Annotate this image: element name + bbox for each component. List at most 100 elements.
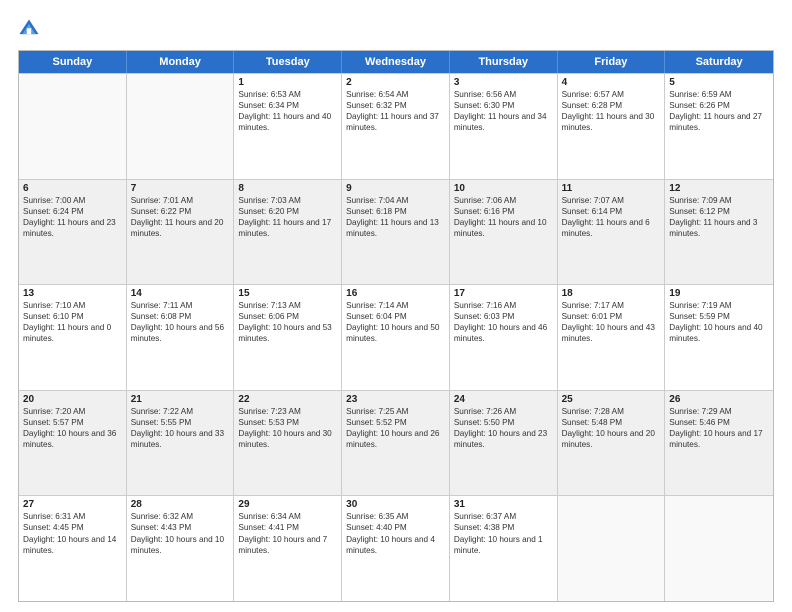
day-number: 4: [562, 77, 661, 88]
cell-info: Sunrise: 7:16 AM Sunset: 6:03 PM Dayligh…: [454, 300, 553, 344]
cell-info: Sunrise: 7:28 AM Sunset: 5:48 PM Dayligh…: [562, 406, 661, 450]
weekday-header-sunday: Sunday: [19, 51, 127, 73]
calendar-cell-day-14: 14Sunrise: 7:11 AM Sunset: 6:08 PM Dayli…: [127, 285, 235, 390]
calendar-cell-day-12: 12Sunrise: 7:09 AM Sunset: 6:12 PM Dayli…: [665, 180, 773, 285]
weekday-header-monday: Monday: [127, 51, 235, 73]
day-number: 12: [669, 183, 769, 194]
calendar-cell-day-6: 6Sunrise: 7:00 AM Sunset: 6:24 PM Daylig…: [19, 180, 127, 285]
calendar: SundayMondayTuesdayWednesdayThursdayFrid…: [18, 50, 774, 602]
cell-info: Sunrise: 7:09 AM Sunset: 6:12 PM Dayligh…: [669, 195, 769, 239]
cell-info: Sunrise: 7:22 AM Sunset: 5:55 PM Dayligh…: [131, 406, 230, 450]
cell-info: Sunrise: 7:20 AM Sunset: 5:57 PM Dayligh…: [23, 406, 122, 450]
calendar-cell-day-20: 20Sunrise: 7:20 AM Sunset: 5:57 PM Dayli…: [19, 391, 127, 496]
weekday-header-thursday: Thursday: [450, 51, 558, 73]
calendar-cell-day-10: 10Sunrise: 7:06 AM Sunset: 6:16 PM Dayli…: [450, 180, 558, 285]
cell-info: Sunrise: 7:01 AM Sunset: 6:22 PM Dayligh…: [131, 195, 230, 239]
cell-info: Sunrise: 7:10 AM Sunset: 6:10 PM Dayligh…: [23, 300, 122, 344]
calendar-cell-day-26: 26Sunrise: 7:29 AM Sunset: 5:46 PM Dayli…: [665, 391, 773, 496]
calendar-row-0: 1Sunrise: 6:53 AM Sunset: 6:34 PM Daylig…: [19, 73, 773, 179]
calendar-cell-day-9: 9Sunrise: 7:04 AM Sunset: 6:18 PM Daylig…: [342, 180, 450, 285]
calendar-cell-day-21: 21Sunrise: 7:22 AM Sunset: 5:55 PM Dayli…: [127, 391, 235, 496]
calendar-row-3: 20Sunrise: 7:20 AM Sunset: 5:57 PM Dayli…: [19, 390, 773, 496]
day-number: 17: [454, 288, 553, 299]
cell-info: Sunrise: 6:59 AM Sunset: 6:26 PM Dayligh…: [669, 89, 769, 133]
day-number: 29: [238, 499, 337, 510]
day-number: 3: [454, 77, 553, 88]
cell-info: Sunrise: 6:37 AM Sunset: 4:38 PM Dayligh…: [454, 511, 553, 555]
cell-info: Sunrise: 7:06 AM Sunset: 6:16 PM Dayligh…: [454, 195, 553, 239]
calendar-row-1: 6Sunrise: 7:00 AM Sunset: 6:24 PM Daylig…: [19, 179, 773, 285]
calendar-cell-day-8: 8Sunrise: 7:03 AM Sunset: 6:20 PM Daylig…: [234, 180, 342, 285]
day-number: 21: [131, 394, 230, 405]
day-number: 8: [238, 183, 337, 194]
day-number: 13: [23, 288, 122, 299]
calendar-cell-day-4: 4Sunrise: 6:57 AM Sunset: 6:28 PM Daylig…: [558, 74, 666, 179]
day-number: 6: [23, 183, 122, 194]
day-number: 16: [346, 288, 445, 299]
day-number: 2: [346, 77, 445, 88]
cell-info: Sunrise: 6:53 AM Sunset: 6:34 PM Dayligh…: [238, 89, 337, 133]
calendar-cell-day-29: 29Sunrise: 6:34 AM Sunset: 4:41 PM Dayli…: [234, 496, 342, 601]
cell-info: Sunrise: 6:54 AM Sunset: 6:32 PM Dayligh…: [346, 89, 445, 133]
cell-info: Sunrise: 6:32 AM Sunset: 4:43 PM Dayligh…: [131, 511, 230, 555]
day-number: 20: [23, 394, 122, 405]
calendar-cell-day-19: 19Sunrise: 7:19 AM Sunset: 5:59 PM Dayli…: [665, 285, 773, 390]
cell-info: Sunrise: 7:04 AM Sunset: 6:18 PM Dayligh…: [346, 195, 445, 239]
calendar-body: 1Sunrise: 6:53 AM Sunset: 6:34 PM Daylig…: [19, 73, 773, 601]
day-number: 24: [454, 394, 553, 405]
cell-info: Sunrise: 6:56 AM Sunset: 6:30 PM Dayligh…: [454, 89, 553, 133]
calendar-header: SundayMondayTuesdayWednesdayThursdayFrid…: [19, 51, 773, 73]
cell-info: Sunrise: 7:13 AM Sunset: 6:06 PM Dayligh…: [238, 300, 337, 344]
day-number: 10: [454, 183, 553, 194]
calendar-row-2: 13Sunrise: 7:10 AM Sunset: 6:10 PM Dayli…: [19, 284, 773, 390]
day-number: 14: [131, 288, 230, 299]
cell-info: Sunrise: 7:19 AM Sunset: 5:59 PM Dayligh…: [669, 300, 769, 344]
cell-info: Sunrise: 7:11 AM Sunset: 6:08 PM Dayligh…: [131, 300, 230, 344]
calendar-cell-day-30: 30Sunrise: 6:35 AM Sunset: 4:40 PM Dayli…: [342, 496, 450, 601]
cell-info: Sunrise: 7:29 AM Sunset: 5:46 PM Dayligh…: [669, 406, 769, 450]
header: [18, 18, 774, 40]
calendar-cell-empty: [558, 496, 666, 601]
day-number: 22: [238, 394, 337, 405]
cell-info: Sunrise: 7:03 AM Sunset: 6:20 PM Dayligh…: [238, 195, 337, 239]
weekday-header-wednesday: Wednesday: [342, 51, 450, 73]
calendar-cell-day-31: 31Sunrise: 6:37 AM Sunset: 4:38 PM Dayli…: [450, 496, 558, 601]
cell-info: Sunrise: 7:23 AM Sunset: 5:53 PM Dayligh…: [238, 406, 337, 450]
calendar-cell-day-24: 24Sunrise: 7:26 AM Sunset: 5:50 PM Dayli…: [450, 391, 558, 496]
calendar-cell-day-18: 18Sunrise: 7:17 AM Sunset: 6:01 PM Dayli…: [558, 285, 666, 390]
calendar-cell-day-17: 17Sunrise: 7:16 AM Sunset: 6:03 PM Dayli…: [450, 285, 558, 390]
calendar-cell-day-2: 2Sunrise: 6:54 AM Sunset: 6:32 PM Daylig…: [342, 74, 450, 179]
calendar-row-4: 27Sunrise: 6:31 AM Sunset: 4:45 PM Dayli…: [19, 495, 773, 601]
day-number: 26: [669, 394, 769, 405]
logo: [18, 18, 44, 40]
day-number: 11: [562, 183, 661, 194]
day-number: 1: [238, 77, 337, 88]
calendar-cell-day-5: 5Sunrise: 6:59 AM Sunset: 6:26 PM Daylig…: [665, 74, 773, 179]
day-number: 27: [23, 499, 122, 510]
cell-info: Sunrise: 7:14 AM Sunset: 6:04 PM Dayligh…: [346, 300, 445, 344]
day-number: 18: [562, 288, 661, 299]
calendar-cell-day-11: 11Sunrise: 7:07 AM Sunset: 6:14 PM Dayli…: [558, 180, 666, 285]
cell-info: Sunrise: 7:26 AM Sunset: 5:50 PM Dayligh…: [454, 406, 553, 450]
weekday-header-saturday: Saturday: [665, 51, 773, 73]
logo-icon: [18, 18, 40, 40]
cell-info: Sunrise: 6:34 AM Sunset: 4:41 PM Dayligh…: [238, 511, 337, 555]
calendar-cell-empty: [665, 496, 773, 601]
day-number: 25: [562, 394, 661, 405]
calendar-cell-day-16: 16Sunrise: 7:14 AM Sunset: 6:04 PM Dayli…: [342, 285, 450, 390]
weekday-header-tuesday: Tuesday: [234, 51, 342, 73]
calendar-cell-empty: [19, 74, 127, 179]
calendar-cell-day-28: 28Sunrise: 6:32 AM Sunset: 4:43 PM Dayli…: [127, 496, 235, 601]
calendar-cell-day-7: 7Sunrise: 7:01 AM Sunset: 6:22 PM Daylig…: [127, 180, 235, 285]
page: SundayMondayTuesdayWednesdayThursdayFrid…: [0, 0, 792, 612]
calendar-cell-day-27: 27Sunrise: 6:31 AM Sunset: 4:45 PM Dayli…: [19, 496, 127, 601]
calendar-cell-day-25: 25Sunrise: 7:28 AM Sunset: 5:48 PM Dayli…: [558, 391, 666, 496]
day-number: 9: [346, 183, 445, 194]
calendar-cell-day-22: 22Sunrise: 7:23 AM Sunset: 5:53 PM Dayli…: [234, 391, 342, 496]
day-number: 30: [346, 499, 445, 510]
cell-info: Sunrise: 7:17 AM Sunset: 6:01 PM Dayligh…: [562, 300, 661, 344]
calendar-cell-day-13: 13Sunrise: 7:10 AM Sunset: 6:10 PM Dayli…: [19, 285, 127, 390]
day-number: 23: [346, 394, 445, 405]
calendar-cell-day-3: 3Sunrise: 6:56 AM Sunset: 6:30 PM Daylig…: [450, 74, 558, 179]
cell-info: Sunrise: 6:31 AM Sunset: 4:45 PM Dayligh…: [23, 511, 122, 555]
